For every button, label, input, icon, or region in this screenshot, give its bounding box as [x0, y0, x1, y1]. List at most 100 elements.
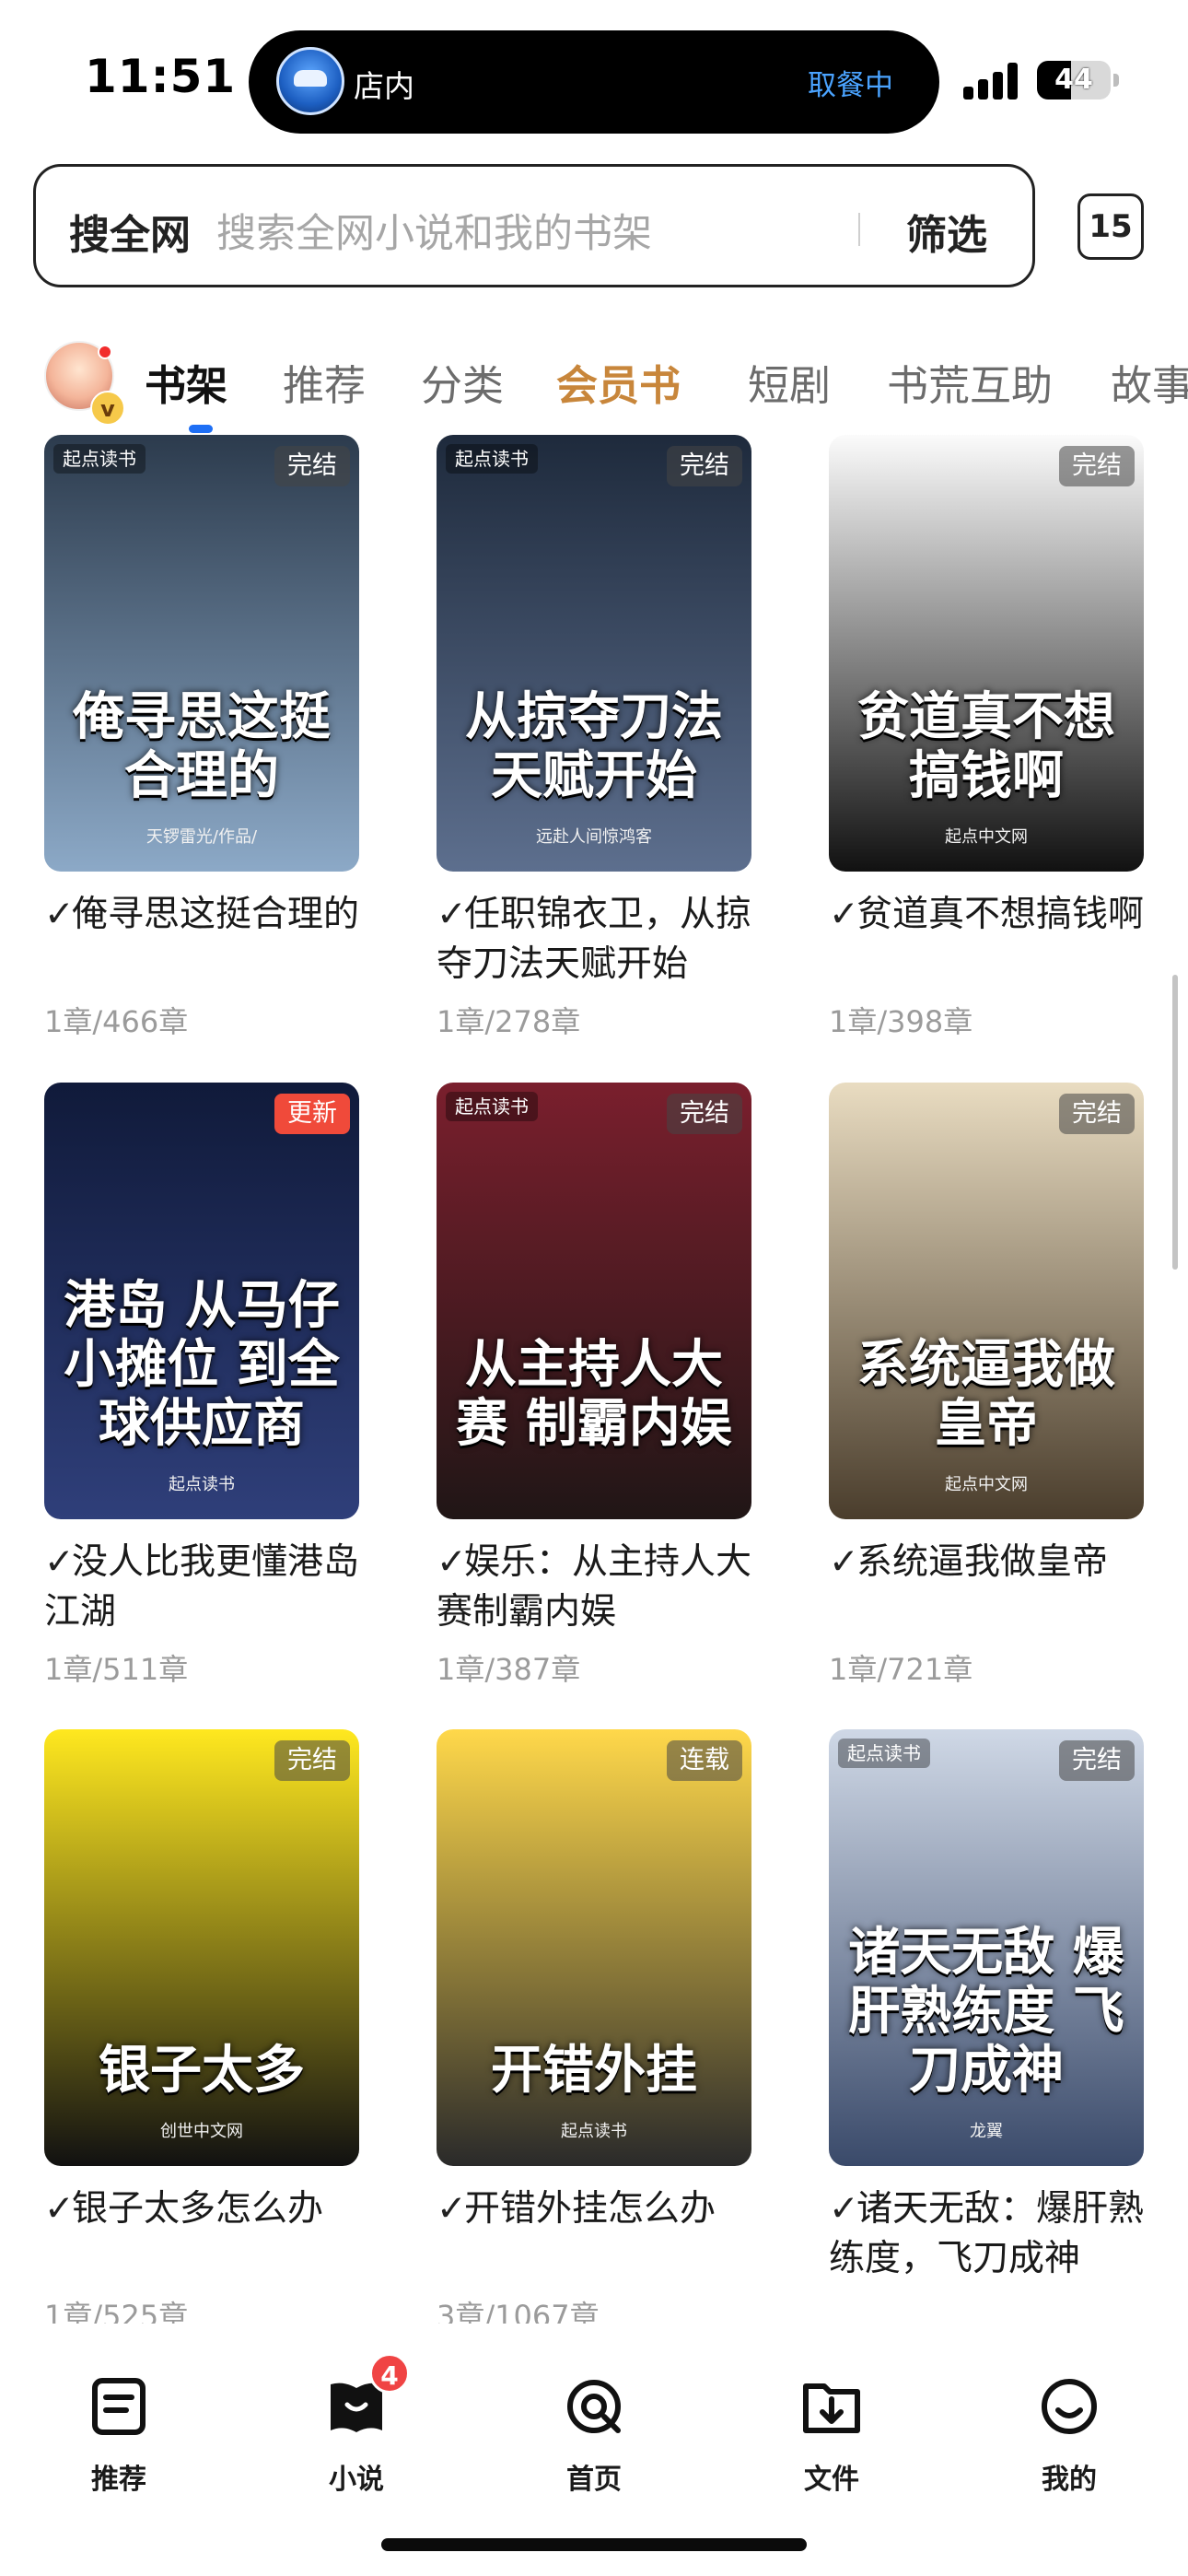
delivery-avatar-icon	[276, 47, 344, 115]
book-card[interactable]: 起点读书 从主持人大赛 制霸内娱 完结 ✓娱乐：从主持人大赛制霸内娱 1章/387章	[437, 1083, 751, 1727]
book-card[interactable]: 开错外挂 起点读书 连载 ✓开错外挂怎么办 3章/1067章	[437, 1729, 751, 2324]
cover-title-art: 从主持人大赛 制霸内娱	[456, 1334, 732, 1454]
at-search-icon	[565, 2377, 623, 2436]
battery-icon: 44	[1037, 61, 1111, 100]
dynamic-island[interactable]: 店内 取餐中	[249, 30, 939, 134]
cover-author: 远赴人间惊鸿客	[536, 827, 652, 847]
book-cover[interactable]: 起点读书 诸天无敌 爆肝熟练度 飞刀成神 龙翼 完结	[829, 1729, 1144, 2166]
book-title-text: 任职锦衣卫，从掠夺刀法天赋开始	[437, 894, 752, 985]
nav-home[interactable]: 首页	[520, 2377, 668, 2497]
island-label: 店内	[354, 68, 414, 104]
book-grid: 起点读书 俺寻思这挺合理的 天锣雷光/作品/完结 ✓俺寻思这挺合理的 1章/466章 起点…	[0, 435, 1188, 2324]
status-badge: 连载	[667, 1740, 742, 1781]
book-icon: 4	[327, 2353, 410, 2436]
book-title-text: 娱乐：从主持人大赛制霸内娱	[437, 1541, 752, 1633]
cover-author: 起点读书	[169, 1475, 235, 1494]
nav-recommend[interactable]: 推荐	[45, 2377, 192, 2497]
folder-download-icon	[802, 2377, 861, 2436]
signal-icon	[963, 63, 1019, 100]
island-status: 取餐中	[808, 69, 893, 102]
checkmark-icon: ✓	[437, 2188, 467, 2230]
book-title-text: 银子太多怎么办	[72, 2188, 324, 2230]
book-title-text: 诸天无敌：爆肝熟练度，飞刀成神	[829, 2188, 1145, 2279]
reading-progress: 1章/511章	[44, 1652, 189, 1687]
nav-label: 小说	[329, 2464, 384, 2496]
book-cover[interactable]: 银子太多 创世中文网 完结	[44, 1729, 359, 2166]
cover-title-art: 从掠夺刀法天赋开始	[465, 686, 723, 806]
search-divider	[858, 213, 860, 246]
reading-progress: 1章/387章	[437, 1652, 581, 1687]
book-card[interactable]: 系统逼我做皇帝 起点中文网 完结 ✓系统逼我做皇帝 1章/721章	[829, 1083, 1144, 1727]
reading-progress: 1章/398章	[829, 1004, 973, 1039]
scrollbar[interactable]	[1172, 975, 1178, 1270]
nav-mine[interactable]: 我的	[996, 2377, 1143, 2497]
vip-badge-icon: v	[90, 391, 125, 426]
reading-progress: 1章/278章	[437, 1004, 581, 1039]
book-card[interactable]: 起点读书诸天无敌 爆肝熟练度 飞刀成神龙翼完结✓诸天无敌：爆肝熟练度，飞刀成神1…	[829, 1729, 1144, 2324]
cover-title-art: 俺寻思这挺合理的	[73, 686, 331, 806]
book-cover[interactable]: 起点读书 从掠夺刀法天赋开始 远赴人间惊鸿客 完结	[437, 435, 751, 872]
cover-title-art: 贫道真不想搞钱啊	[857, 686, 1115, 806]
status-badge: 完结	[1059, 1740, 1135, 1781]
checkmark-icon: ✓	[437, 1541, 467, 1583]
cover-author: 龙翼	[970, 2122, 1003, 2141]
book-title[interactable]: ✓银子太多怎么办	[44, 2184, 359, 2234]
book-title[interactable]: ✓诸天无敌：爆肝熟练度，飞刀成神	[829, 2184, 1144, 2284]
book-card[interactable]: 贫道真不想搞钱啊 起点中文网 完结 ✓贫道真不想搞钱啊 1章/398章	[829, 435, 1144, 1080]
tab-active-indicator	[189, 425, 213, 433]
checkmark-icon: ✓	[829, 1541, 859, 1583]
book-cover[interactable]: 贫道真不想搞钱啊 起点中文网 完结	[829, 435, 1144, 872]
book-cover[interactable]: 港岛 从马仔小摊位 到全球供应商 起点读书 更新	[44, 1083, 359, 1519]
tab-vip-books[interactable]: 会员书	[556, 352, 681, 412]
search-bar[interactable]: 搜全网 搜索全网小说和我的书架 筛选	[33, 164, 1035, 287]
book-cover[interactable]: 开错外挂 起点读书 连载	[437, 1729, 751, 2166]
book-title[interactable]: ✓没人比我更懂港岛江湖	[44, 1538, 359, 1637]
book-card[interactable]: 起点读书 从掠夺刀法天赋开始 远赴人间惊鸿客 完结 ✓任职锦衣卫，从掠夺刀法天赋开始 1章…	[437, 435, 751, 1080]
checkmark-icon: ✓	[44, 1541, 75, 1583]
shelf-count-button[interactable]: 15	[1077, 193, 1144, 260]
book-cover[interactable]: 起点读书 俺寻思这挺合理的 天锣雷光/作品/完结	[44, 435, 359, 872]
tab-stories[interactable]: 故事	[1111, 352, 1188, 412]
category-tabs: v 书架 推荐 分类 会员书 短剧 书荒互助 故事	[0, 341, 1188, 433]
book-title[interactable]: ✓任职锦衣卫，从掠夺刀法天赋开始	[437, 890, 751, 989]
book-card[interactable]: 起点读书 俺寻思这挺合理的 天锣雷光/作品/完结 ✓俺寻思这挺合理的 1章/466章	[44, 435, 359, 1080]
tab-bookshelf[interactable]: 书架	[145, 352, 227, 412]
book-title[interactable]: ✓俺寻思这挺合理的	[44, 890, 359, 940]
tab-recommend[interactable]: 推荐	[283, 352, 366, 412]
tab-short-drama[interactable]: 短剧	[748, 352, 831, 412]
checkmark-icon: ✓	[829, 894, 859, 935]
cover-title-art: 系统逼我做皇帝	[857, 1334, 1115, 1454]
cover-author: 起点读书	[561, 2122, 627, 2141]
status-bar: 11:51 店内 取餐中 44	[0, 0, 1188, 157]
battery-level: 44	[1054, 64, 1093, 96]
cover-author: 创世中文网	[160, 2122, 243, 2141]
book-card[interactable]: 港岛 从马仔小摊位 到全球供应商 起点读书 更新 ✓没人比我更懂港岛江湖 1章/511章	[44, 1083, 359, 1727]
cover-title-art: 港岛 从马仔小摊位 到全球供应商	[64, 1275, 340, 1454]
search-input[interactable]: 搜索全网小说和我的书架	[216, 202, 652, 259]
smile-icon	[1040, 2377, 1099, 2436]
nav-novel[interactable]: 4 小说	[283, 2353, 430, 2497]
checkmark-icon: ✓	[44, 2188, 75, 2230]
tab-category[interactable]: 分类	[421, 352, 504, 412]
reading-progress: 3章/1067章	[437, 2299, 600, 2324]
cover-brand-logo: 起点读书	[53, 444, 146, 474]
book-title[interactable]: ✓系统逼我做皇帝	[829, 1538, 1144, 1587]
filter-button[interactable]: 筛选	[906, 202, 987, 261]
search-scope-label[interactable]: 搜全网	[69, 202, 191, 261]
book-card[interactable]: 银子太多 创世中文网 完结 ✓银子太多怎么办 1章/525章	[44, 1729, 359, 2324]
book-cover[interactable]: 系统逼我做皇帝 起点中文网 完结	[829, 1083, 1144, 1519]
nav-novel-badge: 4	[369, 2353, 410, 2394]
cover-brand-logo: 起点读书	[446, 1092, 538, 1121]
reading-progress: 1章/466章	[44, 1004, 189, 1039]
tab-book-help[interactable]: 书荒互助	[887, 352, 1053, 412]
book-title[interactable]: ✓娱乐：从主持人大赛制霸内娱	[437, 1538, 751, 1637]
book-title-text: 系统逼我做皇帝	[856, 1541, 1109, 1583]
status-badge: 完结	[667, 446, 742, 486]
status-badge: 完结	[274, 446, 350, 486]
battery-tip	[1113, 74, 1119, 87]
nav-files[interactable]: 文件	[758, 2377, 905, 2497]
book-title[interactable]: ✓开错外挂怎么办	[437, 2184, 751, 2234]
book-cover[interactable]: 起点读书 从主持人大赛 制霸内娱 完结	[437, 1083, 751, 1519]
home-indicator[interactable]	[381, 2538, 807, 2551]
book-title[interactable]: ✓贫道真不想搞钱啊	[829, 890, 1144, 940]
